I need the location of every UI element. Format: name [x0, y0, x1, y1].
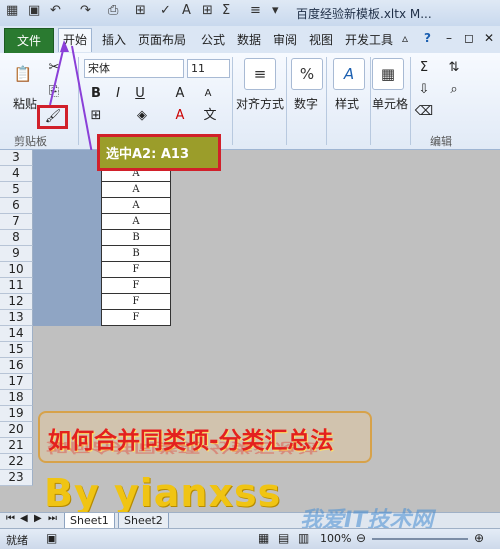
row-header[interactable]: 11	[0, 278, 33, 294]
cell-b[interactable]: F	[101, 310, 171, 326]
row-header[interactable]: 17	[0, 374, 33, 390]
row-header[interactable]: 7	[0, 214, 33, 230]
row-header[interactable]: 12	[0, 294, 33, 310]
zoom-out-icon[interactable]: ⊖	[356, 531, 366, 545]
status-bar: 就绪 ▣ ▦ ▤ ▥ 100% ⊖ ⊕	[0, 528, 500, 549]
cell-b[interactable]: A	[101, 214, 171, 230]
row-header[interactable]: 4	[0, 166, 33, 182]
arrow-to-home-tab	[49, 45, 65, 106]
cell-b[interactable]: F	[101, 278, 171, 294]
ready-status: 就绪	[6, 534, 28, 547]
selected-cell-a[interactable]	[33, 262, 101, 278]
row-header[interactable]: 6	[0, 198, 33, 214]
row-header[interactable]: 22	[0, 454, 33, 470]
cell-b[interactable]: F	[101, 294, 171, 310]
cell-b[interactable]: F	[101, 262, 171, 278]
selected-cell-a[interactable]	[33, 166, 101, 182]
selection-tooltip-text: 选中A2: A13	[106, 147, 189, 162]
selected-cell-a[interactable]	[33, 310, 101, 326]
cell-b[interactable]: B	[101, 230, 171, 246]
row-header[interactable]: 18	[0, 390, 33, 406]
prev-sheet-icon[interactable]: ◀	[20, 513, 28, 524]
zoom-level[interactable]: 100%	[320, 532, 351, 545]
row-header[interactable]: 3	[0, 150, 33, 166]
row-header[interactable]: 14	[0, 326, 33, 342]
row-header[interactable]: 5	[0, 182, 33, 198]
selected-cell-a[interactable]	[33, 246, 101, 262]
zoom-in-icon[interactable]: ⊕	[474, 531, 484, 545]
row-header[interactable]: 21	[0, 438, 33, 454]
selected-cell-a[interactable]	[33, 230, 101, 246]
row-header[interactable]: 8	[0, 230, 33, 246]
cell-b[interactable]: A	[101, 182, 171, 198]
row-header[interactable]: 15	[0, 342, 33, 358]
zoom-slider[interactable]	[372, 538, 468, 540]
page-break-view-icon[interactable]: ▥	[298, 531, 309, 545]
selected-cell-a[interactable]	[33, 150, 101, 166]
normal-view-icon[interactable]: ▦	[258, 531, 269, 545]
format-painter-highlight	[37, 105, 68, 129]
caption-reflection: 如何合并同类项-分类汇总法	[46, 439, 320, 455]
sheet-tab-sheet1[interactable]: Sheet1	[64, 513, 115, 529]
selected-cell-a[interactable]	[33, 278, 101, 294]
row-header[interactable]: 13	[0, 310, 33, 326]
sheet-tab-sheet2[interactable]: Sheet2	[118, 513, 169, 529]
arrow-head	[60, 40, 69, 52]
row-header[interactable]: 23	[0, 470, 33, 486]
row-header[interactable]: 16	[0, 358, 33, 374]
row-header[interactable]: 20	[0, 422, 33, 438]
cell-b[interactable]: B	[101, 246, 171, 262]
first-sheet-icon[interactable]: ⏮	[6, 513, 15, 524]
cell-b[interactable]: A	[101, 198, 171, 214]
macro-record-icon[interactable]: ▣	[46, 531, 57, 545]
page-layout-view-icon[interactable]: ▤	[278, 531, 289, 545]
next-sheet-icon[interactable]: ▶	[34, 513, 42, 524]
last-sheet-icon[interactable]: ⏭	[48, 513, 57, 524]
selected-cell-a[interactable]	[33, 198, 101, 214]
selected-cell-a[interactable]	[33, 214, 101, 230]
row-header[interactable]: 19	[0, 406, 33, 422]
author-credit: By yianxss	[44, 471, 282, 515]
selected-cell-a[interactable]	[33, 294, 101, 310]
selection-tooltip: 选中A2: A13	[97, 134, 221, 171]
row-header[interactable]: 9	[0, 246, 33, 262]
row-header[interactable]: 10	[0, 262, 33, 278]
selected-cell-a[interactable]	[33, 182, 101, 198]
